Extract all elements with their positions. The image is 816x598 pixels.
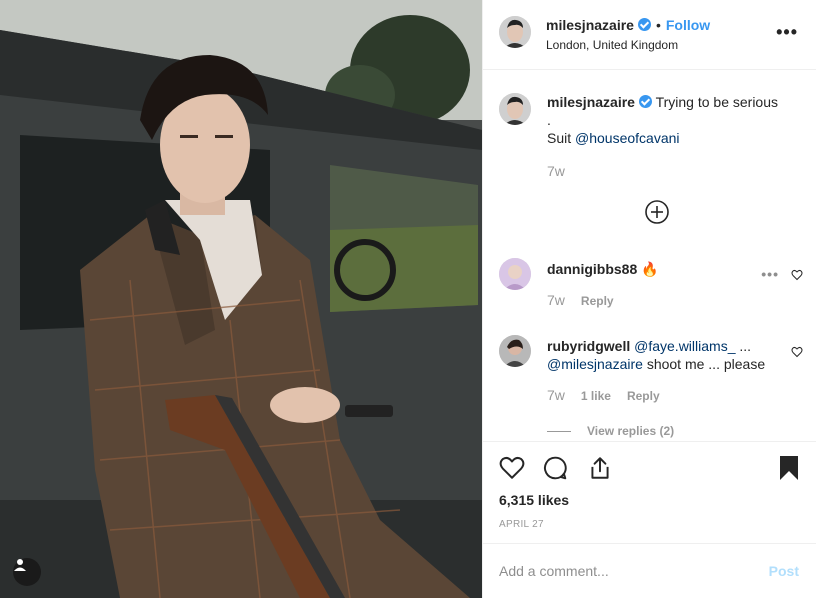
post-details-panel: milesjnazaire • Follow London, United King… — [482, 0, 816, 598]
avatar-image — [499, 93, 531, 125]
more-options-icon[interactable]: ••• — [776, 22, 798, 43]
caption-age[interactable]: 7w — [547, 163, 565, 179]
bookmark-icon[interactable] — [778, 455, 800, 481]
comment-text: rubyridgwell @faye.williams_ ... @milesj… — [547, 337, 787, 373]
caption-text: milesjnazaire Trying to be serious . Sui… — [547, 93, 787, 147]
action-bar: 6,315 likes APRIL 27 — [483, 441, 816, 543]
comment-ellipsis: ... — [739, 338, 752, 354]
user-tag-button[interactable] — [13, 558, 41, 586]
photo-illustration — [0, 0, 482, 598]
avatar[interactable] — [499, 258, 531, 290]
heart-icon[interactable] — [791, 346, 803, 358]
mention-link[interactable]: @faye.williams_ — [634, 338, 735, 354]
caption-line2: . — [547, 112, 551, 128]
plus-circle-icon[interactable] — [644, 199, 670, 225]
post-photo[interactable] — [0, 0, 482, 598]
view-replies-button[interactable]: View replies (2) — [547, 424, 674, 438]
comment-body: 🔥 — [641, 261, 659, 277]
add-comment-bar: Post — [483, 543, 816, 598]
comment-likes[interactable]: 1 like — [581, 389, 611, 403]
reply-button[interactable]: Reply — [581, 294, 614, 308]
mention-link[interactable]: @houseofcavani — [575, 130, 680, 146]
post-button[interactable]: Post — [769, 563, 799, 579]
avatar[interactable] — [499, 93, 531, 125]
comment-body: shoot me ... please — [646, 356, 766, 372]
view-replies-label: View replies (2) — [587, 424, 675, 438]
comment-options-icon[interactable]: ••• — [761, 266, 779, 282]
avatar[interactable] — [499, 16, 531, 48]
heart-icon[interactable] — [791, 269, 803, 281]
divider — [547, 431, 571, 433]
location-link[interactable]: London, United Kingdom — [546, 38, 678, 52]
verified-badge-icon — [637, 18, 651, 31]
caption-meta: 7w — [547, 163, 581, 179]
username-link[interactable]: dannigibbs88 — [547, 261, 637, 277]
post-date[interactable]: APRIL 27 — [499, 519, 544, 530]
comment-text: dannigibbs88 🔥 — [547, 260, 787, 278]
comment-meta: 7w 1 like Reply — [547, 387, 676, 403]
user-tag-icon — [14, 559, 26, 571]
username-link[interactable]: milesjnazaire — [547, 94, 635, 110]
avatar-image — [499, 335, 531, 367]
comments-list[interactable]: milesjnazaire Trying to be serious . Sui… — [483, 71, 816, 440]
username-link[interactable]: milesjnazaire — [546, 17, 634, 33]
follow-button[interactable]: Follow — [666, 17, 710, 33]
comment-age[interactable]: 7w — [547, 387, 565, 403]
comment-input[interactable] — [499, 558, 749, 584]
avatar-image — [499, 16, 531, 48]
avatar[interactable] — [499, 335, 531, 367]
comment-icon[interactable] — [542, 455, 568, 481]
caption-line1: Trying to be serious — [655, 94, 779, 110]
post-header: milesjnazaire • Follow London, United King… — [483, 0, 816, 70]
header-line: milesjnazaire • Follow — [546, 17, 710, 33]
username-link[interactable]: rubyridgwell — [547, 338, 630, 354]
caption-line3: Suit — [547, 130, 572, 146]
mention-link[interactable]: @milesjnazaire — [547, 356, 643, 372]
separator-dot: • — [655, 17, 661, 33]
verified-badge-icon — [638, 95, 652, 108]
comment-meta: 7w Reply — [547, 292, 630, 308]
heart-icon[interactable] — [499, 455, 525, 481]
share-icon[interactable] — [587, 455, 613, 481]
likes-count[interactable]: 6,315 likes — [499, 492, 569, 508]
reply-button[interactable]: Reply — [627, 389, 660, 403]
comment-age[interactable]: 7w — [547, 292, 565, 308]
avatar-image — [499, 258, 531, 290]
